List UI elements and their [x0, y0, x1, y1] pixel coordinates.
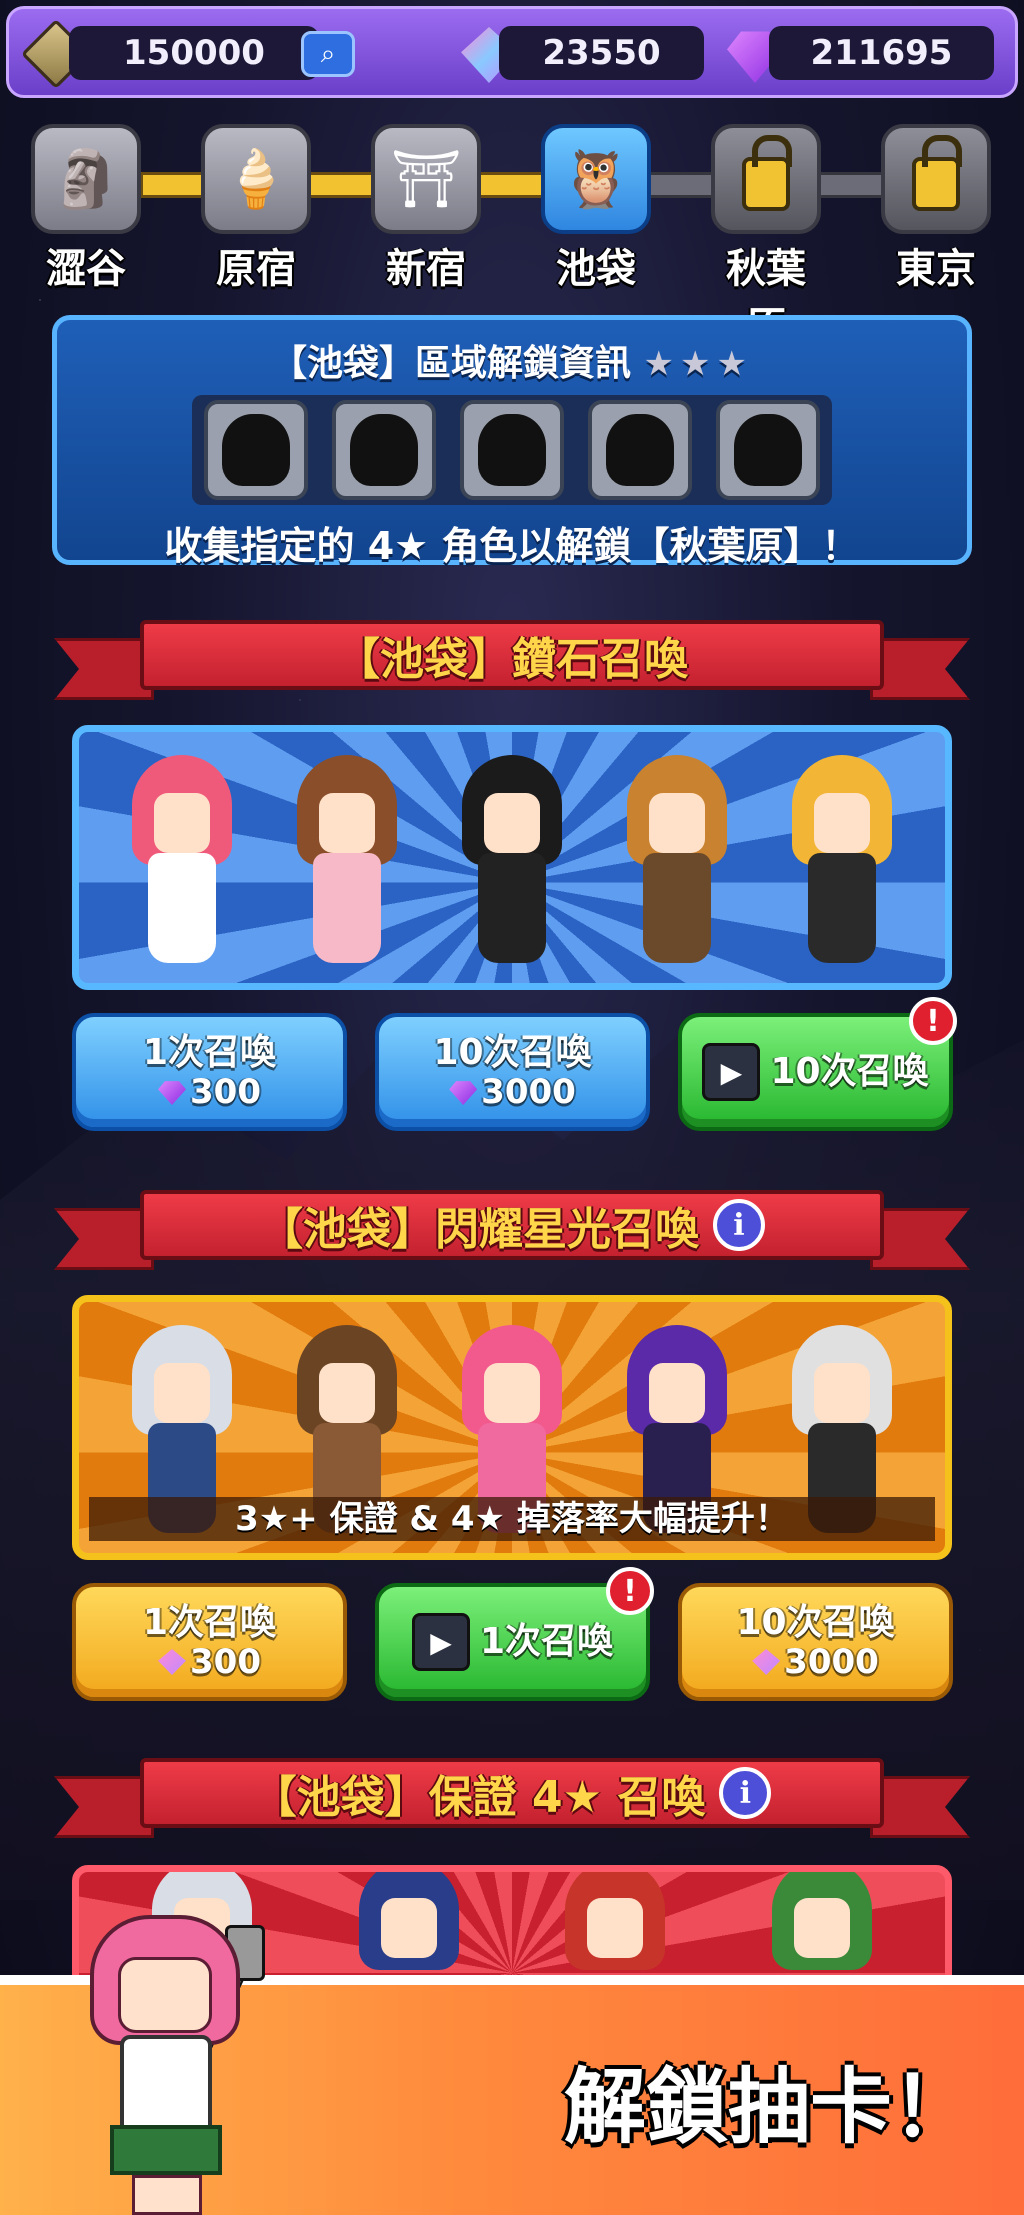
button-label: 1次召喚 — [142, 1602, 277, 1643]
mascot-face — [118, 1957, 212, 2033]
diamond-summon-banner — [72, 725, 952, 990]
character-sprite — [617, 755, 737, 975]
area-name: 原宿 — [216, 246, 296, 292]
section-title: 【池袋】保證 4★ 召喚 — [252, 1772, 706, 1823]
required-characters — [192, 395, 832, 505]
button-label: 10次召喚 — [770, 1051, 929, 1092]
button-price: 3000 — [752, 1643, 879, 1681]
unlock-description: 收集指定的 4★ 角色以解鎖【秋葉原】！ — [164, 524, 860, 568]
price-value: 3000 — [784, 1642, 879, 1682]
area-name: 東京 — [896, 246, 976, 292]
star-summon-10x-button[interactable]: 10次召喚 3000 — [678, 1583, 953, 1701]
area-harajuku[interactable]: 🍦 原宿 — [198, 124, 314, 294]
lock-icon — [742, 135, 792, 211]
button-label: 1次召喚 — [142, 1032, 277, 1073]
button-price: 3000 — [449, 1073, 576, 1111]
unlock-title: 【池袋】區域解鎖資訊 ★★★ — [57, 334, 967, 386]
section-title: 【池袋】閃耀星光召喚 — [259, 1204, 699, 1255]
shrine-icon: ⛩ — [371, 124, 481, 234]
star-summon-video-button[interactable]: ▶ 1次召喚 ! — [375, 1567, 654, 1701]
character-silhouette[interactable] — [204, 400, 308, 500]
video-clapper-icon: ▶ — [702, 1043, 761, 1101]
area-name: 池袋 — [556, 246, 636, 292]
banner-caption: 3★+ 保證 & 4★ 掉落率大幅提升！ — [89, 1497, 935, 1541]
character-sprite — [122, 755, 242, 975]
mascot-body — [120, 2035, 212, 2135]
character-silhouette[interactable] — [332, 400, 436, 500]
star-summon-1x-button[interactable]: 1次召喚 300 — [72, 1583, 347, 1701]
purple-gem-amount: 211695 — [769, 26, 994, 80]
diamond-summon-video-button[interactable]: ▶ 10次召喚 ! — [678, 997, 957, 1131]
button-label: 10次召喚 — [433, 1032, 592, 1073]
area-name: 澀谷 — [46, 246, 126, 292]
ribbon-band: 【池袋】鑽石召喚 — [140, 620, 884, 690]
pink-gem-icon — [752, 1649, 781, 1675]
diamond-summon-header: 【池袋】鑽石召喚 — [54, 620, 970, 702]
star-rating-icon: ★★★ — [643, 344, 753, 384]
character-sprite — [452, 755, 572, 975]
character-sprite — [555, 1872, 675, 1990]
area-name: 新宿 — [386, 246, 466, 292]
area-tile-locked — [881, 124, 991, 234]
statue-icon: 🗿 — [31, 124, 141, 234]
ribbon-tail — [54, 1776, 154, 1838]
price-value: 300 — [190, 1642, 261, 1682]
ribbon-tail — [54, 1208, 154, 1270]
mascot-character — [50, 1885, 280, 2215]
diamond-summon-10x-button[interactable]: 10次召喚 3000 — [375, 1013, 650, 1131]
pink-gem-amount: 23550 — [499, 26, 704, 80]
area-tile-locked — [711, 124, 821, 234]
ribbon-tail — [870, 1776, 970, 1838]
character-sprite — [762, 1872, 882, 1990]
ribbon-tail — [54, 638, 154, 700]
area-unlock-panel: 【池袋】區域解鎖資訊 ★★★ 收集指定的 4★ 角色以解鎖【秋葉原】！ — [52, 315, 972, 568]
character-silhouette[interactable] — [716, 400, 820, 500]
info-icon[interactable]: i — [713, 1199, 765, 1251]
mascot-skirt — [110, 2125, 222, 2175]
area-ikebukuro[interactable]: 🦉 池袋 — [538, 124, 654, 294]
ribbon-band: 【池袋】閃耀星光召喚 i — [140, 1190, 884, 1260]
character-silhouette[interactable] — [588, 400, 692, 500]
character-sprite — [782, 755, 902, 975]
character-silhouette[interactable] — [460, 400, 564, 500]
crepe-icon: 🍦 — [201, 124, 311, 234]
banner-characters — [99, 746, 925, 975]
ribbon-tail — [870, 638, 970, 700]
area-shinjuku[interactable]: ⛩ 新宿 — [368, 124, 484, 294]
price-value: 3000 — [481, 1072, 576, 1112]
ribbon-tail — [870, 1208, 970, 1270]
button-label: 1次召喚 — [479, 1621, 614, 1662]
coin-amount: 150000 — [69, 26, 319, 80]
diamond-summon-1x-button[interactable]: 1次召喚 300 — [72, 1013, 347, 1131]
search-icon: ⌕ — [320, 38, 336, 69]
button-label: 10次召喚 — [736, 1602, 895, 1643]
currency-bar: 150000 ⌕ 23550 211695 — [6, 6, 1018, 98]
character-sprite — [287, 755, 407, 975]
purple-gem-icon — [449, 1081, 478, 1105]
guarantee-summon-header: 【池袋】保證 4★ 召喚 i — [54, 1758, 970, 1840]
character-sprite — [349, 1872, 469, 1990]
price-value: 300 — [190, 1072, 261, 1112]
section-title: 【池袋】鑽石召喚 — [336, 634, 688, 685]
lock-icon — [912, 135, 962, 211]
pink-gem-icon — [158, 1649, 186, 1675]
purple-gem-icon — [158, 1081, 186, 1105]
button-price: 300 — [158, 1643, 261, 1681]
video-clapper-icon: ▶ — [411, 1613, 470, 1671]
alert-badge-icon: ! — [606, 1567, 654, 1615]
button-price: 300 — [158, 1073, 261, 1111]
star-summon-header: 【池袋】閃耀星光召喚 i — [54, 1190, 970, 1272]
search-button[interactable]: ⌕ — [301, 31, 355, 77]
ribbon-band: 【池袋】保證 4★ 召喚 i — [140, 1758, 884, 1828]
star-summon-banner: 3★+ 保證 & 4★ 掉落率大幅提升！ — [72, 1295, 952, 1560]
alert-badge-icon: ! — [909, 997, 957, 1045]
mascot-legs — [132, 2175, 202, 2215]
area-shibuya[interactable]: 🗿 澀谷 — [28, 124, 144, 294]
unlock-title-text: 【池袋】區域解鎖資訊 — [270, 343, 631, 384]
owl-icon: 🦉 — [541, 124, 651, 234]
info-icon[interactable]: i — [719, 1767, 772, 1819]
area-tokyo[interactable]: 東京 — [878, 124, 994, 294]
